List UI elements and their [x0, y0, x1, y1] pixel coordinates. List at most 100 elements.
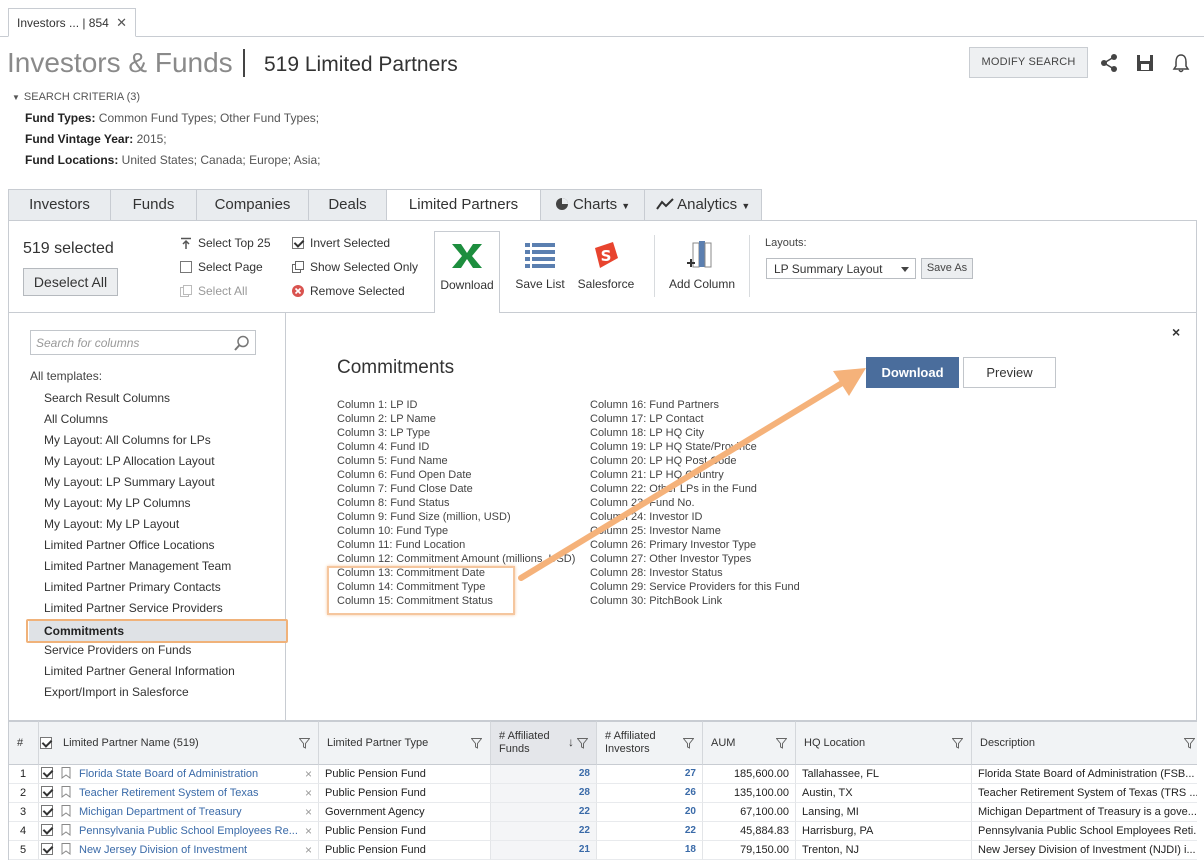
template-item[interactable]: Export/Import in Salesforce — [44, 685, 189, 699]
download-button[interactable]: Download — [866, 357, 959, 388]
tab-companies[interactable]: Companies — [196, 189, 308, 221]
template-item[interactable]: My Layout: My LP Layout — [44, 517, 179, 531]
bookmark-icon[interactable] — [61, 824, 71, 836]
row-checkbox[interactable] — [41, 805, 53, 817]
filter-icon[interactable] — [951, 738, 964, 752]
remove-x-icon[interactable]: × — [305, 822, 312, 840]
lp-name-link[interactable]: Florida State Board of Administration — [79, 768, 258, 780]
row-name-cell: Teacher Retirement System of Texas × — [39, 784, 319, 803]
invert-selected-option[interactable]: Invert Selected — [292, 236, 390, 250]
template-item[interactable]: All Columns — [44, 412, 108, 426]
filter-icon[interactable] — [1183, 738, 1196, 752]
row-checkbox[interactable] — [41, 843, 53, 855]
add-column-icon — [687, 241, 712, 268]
col-header-description[interactable]: Description — [972, 721, 1197, 765]
deselect-all-button[interactable]: Deselect All — [23, 268, 118, 296]
template-item[interactable]: Limited Partner Office Locations — [44, 538, 215, 552]
table-row[interactable]: 5 New Jersey Division of Investment × Publi… — [9, 841, 1197, 860]
preview-button[interactable]: Preview — [963, 357, 1056, 388]
col-header-hq-location[interactable]: HQ Location — [796, 721, 972, 765]
filter-icon[interactable] — [298, 738, 311, 752]
sort-down-icon[interactable]: ↓ — [568, 735, 574, 749]
column-entry: Column 11: Fund Location — [337, 539, 466, 551]
template-item[interactable]: Service Providers on Funds — [44, 643, 191, 657]
lp-name-link[interactable]: Teacher Retirement System of Texas — [79, 787, 259, 799]
affiliated-funds-cell[interactable]: 28 — [491, 765, 597, 784]
template-item[interactable]: Limited Partner Service Providers — [44, 601, 223, 615]
lp-name-link[interactable]: Pennsylvania Public School Employees Re.… — [79, 825, 298, 837]
affiliated-investors-cell[interactable]: 26 — [597, 784, 703, 803]
document-tab[interactable]: Investors ... | 854 ✕ — [8, 8, 136, 37]
template-item[interactable]: My Layout: All Columns for LPs — [44, 433, 211, 447]
tab-charts[interactable]: Charts ▼ — [540, 189, 644, 221]
search-criteria-toggle[interactable]: ▼ SEARCH CRITERIA (3) — [12, 91, 140, 103]
row-checkbox[interactable] — [41, 767, 53, 779]
table-row[interactable]: 4 Pennsylvania Public School Employees Re… — [9, 822, 1197, 841]
affiliated-investors-cell[interactable]: 18 — [597, 841, 703, 860]
row-checkbox[interactable] — [41, 786, 53, 798]
save-as-button[interactable]: Save As — [921, 258, 973, 279]
tab-limited-partners[interactable]: Limited Partners — [386, 189, 540, 221]
template-item[interactable]: Limited Partner Management Team — [44, 559, 231, 573]
col-header-affiliated-investors[interactable]: # Affiliated Investors — [597, 721, 703, 765]
show-selected-only-option[interactable]: Show Selected Only — [292, 260, 418, 274]
affiliated-funds-cell[interactable]: 28 — [491, 784, 597, 803]
option-label: Select All — [198, 284, 248, 298]
filter-icon[interactable] — [775, 738, 788, 752]
affiliated-funds-cell[interactable]: 21 — [491, 841, 597, 860]
search-columns-input[interactable]: Search for columns — [30, 330, 256, 355]
affiliated-funds-cell[interactable]: 22 — [491, 803, 597, 822]
template-item[interactable]: Search Result Columns — [44, 391, 170, 405]
col-header-aum[interactable]: AUM — [703, 721, 796, 765]
affiliated-investors-cell[interactable]: 20 — [597, 803, 703, 822]
remove-x-icon[interactable]: × — [305, 784, 312, 802]
col-header-type[interactable]: Limited Partner Type — [319, 721, 491, 765]
bell-icon[interactable] — [1170, 52, 1192, 74]
select-all-option[interactable]: Select All — [180, 284, 247, 298]
bookmark-icon[interactable] — [61, 767, 71, 779]
tab-investors[interactable]: Investors — [8, 189, 110, 221]
header-select-all[interactable] — [40, 737, 52, 750]
tab-funds[interactable]: Funds — [110, 189, 196, 221]
row-checkbox[interactable] — [41, 824, 53, 836]
affiliated-investors-cell[interactable]: 27 — [597, 765, 703, 784]
select-page-option[interactable]: Select Page — [180, 260, 263, 274]
remove-x-icon[interactable]: × — [305, 841, 312, 859]
affiliated-funds-cell[interactable]: 22 — [491, 822, 597, 841]
table-row[interactable]: 3 Michigan Department of Treasury × Governm… — [9, 803, 1197, 822]
col-header-affiliated-funds[interactable]: # Affiliated Funds ↓ — [491, 721, 597, 765]
filter-icon[interactable] — [576, 738, 589, 752]
close-icon[interactable]: × — [1172, 324, 1180, 340]
col-header-name[interactable]: Limited Partner Name (519) — [39, 721, 319, 765]
template-item[interactable]: Limited Partner Primary Contacts — [44, 580, 221, 594]
select-top-25-option[interactable]: Select Top 25 — [180, 236, 271, 250]
template-item[interactable]: My Layout: LP Allocation Layout — [44, 454, 215, 468]
template-item[interactable]: My Layout: LP Summary Layout — [44, 475, 215, 489]
bookmark-icon[interactable] — [61, 786, 71, 798]
share-icon[interactable] — [1098, 52, 1120, 74]
template-item[interactable]: Limited Partner General Information — [44, 664, 235, 678]
affiliated-investors-cell[interactable]: 22 — [597, 822, 703, 841]
tab-analytics[interactable]: Analytics ▼ — [644, 189, 762, 221]
save-list-tool-button[interactable]: Save List — [510, 231, 570, 313]
filter-icon[interactable] — [470, 738, 483, 752]
remove-x-icon[interactable]: × — [305, 765, 312, 783]
salesforce-tool-button[interactable]: S Salesforce — [575, 231, 637, 313]
template-item[interactable]: My Layout: My LP Columns — [44, 496, 191, 510]
lp-name-link[interactable]: New Jersey Division of Investment — [79, 844, 247, 856]
lp-name-link[interactable]: Michigan Department of Treasury — [79, 806, 242, 818]
bookmark-icon[interactable] — [61, 843, 71, 855]
table-row[interactable]: 1 Florida State Board of Administration × P… — [9, 765, 1197, 784]
bookmark-icon[interactable] — [61, 805, 71, 817]
remove-x-icon[interactable]: × — [305, 803, 312, 821]
filter-icon[interactable] — [682, 738, 695, 752]
close-icon[interactable]: ✕ — [116, 15, 127, 31]
table-row[interactable]: 2 Teacher Retirement System of Texas × Publ… — [9, 784, 1197, 803]
tab-deals[interactable]: Deals — [308, 189, 386, 221]
save-icon[interactable] — [1134, 52, 1156, 74]
download-tool-button[interactable]: Download — [434, 231, 500, 314]
layout-select[interactable]: LP Summary Layout — [766, 258, 916, 279]
modify-search-button[interactable]: MODIFY SEARCH — [969, 47, 1088, 78]
add-column-tool-button[interactable]: Add Column — [665, 231, 739, 313]
remove-selected-option[interactable]: Remove Selected — [292, 284, 405, 298]
